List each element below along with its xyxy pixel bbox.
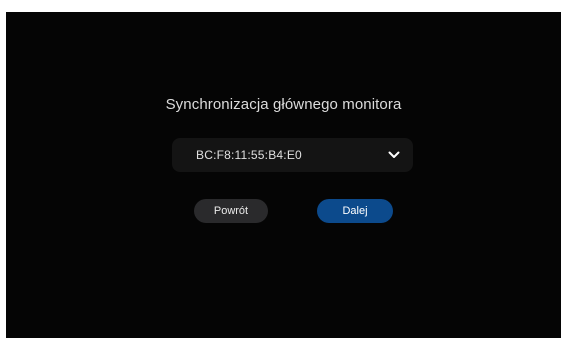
selected-monitor-address: BC:F8:11:55:B4:E0 (196, 148, 302, 162)
sync-screen: Synchronizacja głównego monitora BC:F8:1… (6, 12, 561, 338)
next-button[interactable]: Dalej (317, 199, 393, 223)
main-monitor-select[interactable]: BC:F8:11:55:B4:E0 (172, 138, 413, 172)
back-button[interactable]: Powrót (194, 199, 268, 223)
chevron-down-icon[interactable] (387, 148, 401, 162)
page-title: Synchronizacja głównego monitora (165, 96, 402, 113)
